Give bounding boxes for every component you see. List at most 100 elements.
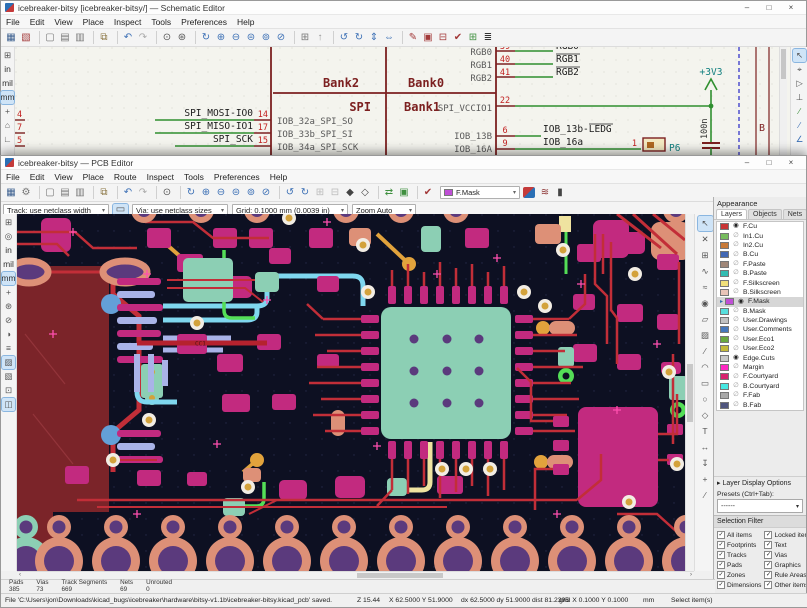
layer-color-swatch[interactable] [720, 223, 729, 230]
layer-name[interactable]: B.Courtyard [743, 383, 779, 390]
units-mils-icon[interactable]: mil [2, 258, 15, 271]
layer-row-f-fab[interactable]: ∅ F.Fab [717, 391, 803, 400]
menu-item[interactable]: Inspect [109, 17, 146, 27]
visibility-eye-icon[interactable]: ∅ [732, 383, 740, 390]
drc-icon[interactable]: ✔ [421, 186, 435, 200]
add-line-icon[interactable]: ∕ [698, 344, 713, 359]
filter-checkbox[interactable]: ✓Other items [764, 581, 806, 589]
menu-item[interactable]: Help [232, 17, 259, 27]
ratsnest-icon[interactable]: ⊛ [2, 300, 15, 313]
pad-numbers-icon[interactable]: ⊡ [2, 384, 15, 397]
highlight-net-icon[interactable]: ⌖ [793, 63, 806, 76]
drill-origin-icon[interactable]: + [698, 472, 713, 487]
layer-color-swatch[interactable] [720, 242, 729, 249]
filter-checkbox[interactable]: ✓Graphics [764, 561, 806, 569]
maximize-button[interactable]: □ [758, 3, 780, 12]
layer-name[interactable]: F.Fab [743, 392, 760, 399]
layer-row-in2-cu[interactable]: ∅ In2.Cu [717, 241, 803, 250]
tab-layers[interactable]: Layers [716, 209, 747, 219]
visibility-eye-icon[interactable]: ◉ [737, 299, 745, 306]
layer-row-b-cu[interactable]: ∅ B.Cu [717, 250, 803, 259]
add-arc-icon[interactable]: ◠ [698, 360, 713, 375]
add-circle-icon[interactable]: ○ [698, 392, 713, 407]
menu-item[interactable]: Tools [179, 172, 209, 182]
layer-row-user-eco1[interactable]: ∅ User.Eco1 [717, 335, 803, 344]
grid-icon[interactable]: ⊞ [2, 216, 15, 229]
mirror-v-icon[interactable]: ⇕ [367, 31, 381, 45]
zoom-objects-icon[interactable]: ⊘ [274, 31, 288, 45]
group-icon[interactable]: ⊞ [313, 186, 327, 200]
undo-icon[interactable]: ↶ [121, 186, 135, 200]
redo-icon[interactable]: ↷ [136, 186, 150, 200]
zone-outline-icon[interactable]: ▧ [2, 370, 15, 383]
checkbox-check-icon[interactable]: ✓ [717, 571, 725, 579]
net-label[interactable]: IOB_16a [543, 137, 583, 148]
zoom-selection-icon[interactable]: ⊚ [244, 186, 258, 200]
units-mm-icon[interactable]: mm [1, 91, 14, 104]
zoom-fit-icon[interactable]: ⊜ [244, 31, 258, 45]
schematic-canvas[interactable]: Bank2 Bank0 SPI Bank1 SPI_VCCIO1 SPI_MOS… [15, 47, 790, 156]
visibility-eye-icon[interactable]: ∅ [732, 336, 740, 343]
scroll-left-icon[interactable]: ‹ [19, 572, 21, 579]
filter-checkbox[interactable]: ✓Text [764, 541, 806, 549]
scroll-right-icon[interactable]: › [690, 572, 692, 579]
refresh-icon[interactable]: ↻ [199, 31, 213, 45]
checkbox-check-icon[interactable]: ✓ [764, 581, 772, 589]
power-label[interactable]: +3V3 [700, 67, 723, 78]
menu-item[interactable]: Help [265, 172, 292, 182]
high-contrast-icon[interactable]: ◑ [2, 328, 15, 341]
visibility-eye-icon[interactable]: ∅ [732, 233, 740, 240]
menu-item[interactable]: Preferences [176, 17, 232, 27]
close-button[interactable]: × [780, 158, 802, 167]
rotate-ccw-icon[interactable]: ↺ [283, 186, 297, 200]
zoom-out-icon[interactable]: ⊖ [214, 186, 228, 200]
mirror-h-icon[interactable]: ⇔ [382, 31, 396, 45]
filter-checkbox[interactable]: ✓Dimensions [717, 581, 761, 589]
zoom-selection-icon[interactable]: ⊚ [259, 31, 273, 45]
units-inches-icon[interactable]: in [1, 63, 14, 76]
zoom-out-icon[interactable]: ⊖ [229, 31, 243, 45]
add-rect-icon[interactable]: ▭ [698, 376, 713, 391]
visibility-eye-icon[interactable]: ∅ [732, 289, 740, 296]
symbol-editor-icon[interactable]: ✎ [406, 31, 420, 45]
find-icon[interactable]: ⊙ [160, 186, 174, 200]
units-mils-icon[interactable]: mil [1, 77, 14, 90]
menu-item[interactable]: Route [109, 172, 142, 182]
layer-color-swatch[interactable] [720, 336, 729, 343]
add-text-icon[interactable]: T [698, 424, 713, 439]
visibility-eye-icon[interactable]: ∅ [732, 242, 740, 249]
net-label[interactable]: SPI_MOSI-IO0 [184, 108, 253, 119]
checkbox-check-icon[interactable]: ✓ [764, 541, 772, 549]
layer-row-edge-cuts[interactable]: ◉ Edge.Cuts [717, 353, 803, 362]
net-label[interactable]: RGB0 [556, 47, 579, 52]
save-icon[interactable]: ▦ [4, 31, 18, 45]
layer-row-f-cu[interactable]: ◉ F.Cu [717, 222, 803, 231]
layer-row-user-comments[interactable]: ∅ User.Comments [717, 325, 803, 334]
units-inches-icon[interactable]: in [2, 244, 15, 257]
zoom-in-icon[interactable]: ⊕ [199, 186, 213, 200]
erc-icon[interactable]: ✔ [451, 31, 465, 45]
schematic-vscrollbar[interactable] [779, 47, 787, 156]
checkbox-check-icon[interactable]: ✓ [717, 531, 725, 539]
layer-color-swatch[interactable] [720, 317, 729, 324]
menu-item[interactable]: Place [78, 172, 109, 182]
filter-checkbox[interactable]: ✓Footprints [717, 541, 761, 549]
paste-icon[interactable]: ⧉ [97, 186, 111, 200]
select-tool-icon[interactable]: ↖ [793, 49, 806, 62]
visibility-eye-icon[interactable]: ∅ [732, 374, 740, 381]
route-tracks-icon[interactable]: ∿ [698, 264, 713, 279]
local-ratsnest-icon[interactable]: ✕ [698, 232, 713, 247]
assign-footprints-icon[interactable]: ⊞ [466, 31, 480, 45]
layer-color-swatch[interactable] [720, 402, 729, 409]
layer-color-swatch[interactable] [720, 308, 729, 315]
plot-icon[interactable]: ▥ [73, 31, 87, 45]
ratsnest-off-icon[interactable]: ⊘ [2, 314, 15, 327]
checkbox-check-icon[interactable]: ✓ [764, 571, 772, 579]
menu-item[interactable]: Preferences [209, 172, 265, 182]
filter-checkbox[interactable]: ✓Rule Areas [764, 571, 806, 579]
leave-sheet-icon[interactable]: ↑ [313, 31, 327, 45]
visibility-eye-icon[interactable]: ∅ [732, 402, 740, 409]
ungroup-icon[interactable]: ⊟ [328, 186, 342, 200]
pcb-canvas[interactable]: CC1 [17, 214, 685, 571]
unlock-icon[interactable]: ◇ [358, 186, 372, 200]
